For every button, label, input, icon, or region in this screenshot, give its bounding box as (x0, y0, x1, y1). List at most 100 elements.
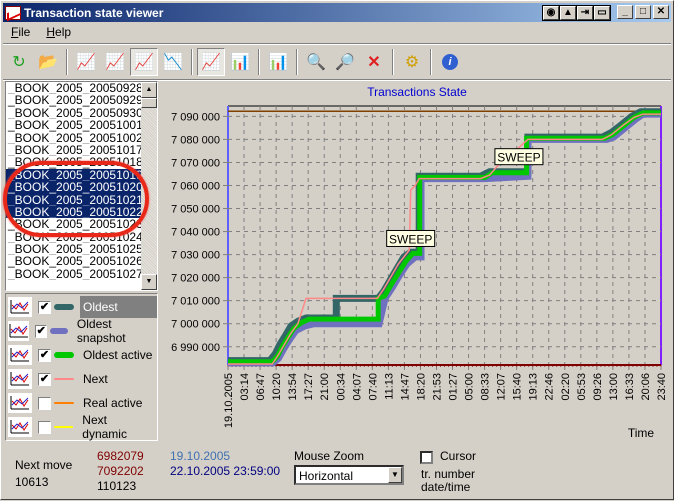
resize-icon[interactable]: ▭ (594, 6, 610, 20)
chart-panel[interactable]: Transactions State 19.10.2005 03:14 06:47 1… (163, 81, 671, 443)
chart-steps-button[interactable]: 📈 (130, 48, 158, 76)
series-style-icon[interactable] (8, 297, 32, 317)
file-list-item[interactable]: _BOOK_2005_20051023.tn (6, 218, 143, 230)
x-tick-label: 15:40 (512, 373, 524, 401)
x-tick-label: 11:13 (383, 373, 395, 400)
toolbar-separator (296, 49, 298, 75)
x-tick-label: 19.10.2005 (223, 373, 235, 428)
about-button[interactable]: i (436, 48, 464, 76)
dropdown-arrow-icon[interactable]: ▼ (388, 467, 402, 483)
x-tick-label: 17:27 (303, 373, 315, 401)
cursor-date-time-label: date/time (421, 480, 471, 494)
legend-row[interactable]: ✔ Next (6, 367, 157, 391)
chart-peaks-button[interactable]: 📈 (72, 48, 100, 76)
series-legend: ✔ Oldest ✔ Oldest snapshot ✔ Oldest active ✔ Ne… (5, 293, 158, 441)
file-list-item[interactable]: _BOOK_2005_20050930.tn (6, 107, 143, 119)
series-visible-checkbox[interactable] (37, 420, 51, 434)
title-extra-buttons: ◉ ▲ ⇥ ▭ (542, 5, 611, 21)
toolbar-separator (258, 49, 260, 75)
scroll-down-arrow-icon[interactable]: ▼ (141, 274, 157, 290)
file-list-item[interactable]: _BOOK_2005_20051001.tn (6, 119, 143, 131)
zoom-in-icon: 🔍 (306, 54, 326, 71)
zoom-out-button[interactable]: 🔎 (331, 48, 359, 76)
scroll-up-arrow-icon[interactable]: ▲ (141, 82, 157, 98)
window-title: Transaction state viewer (24, 5, 164, 20)
file-list-item[interactable]: _BOOK_2005_20050928.tn (6, 82, 143, 94)
maximize-button[interactable]: □ (635, 5, 651, 19)
series-visible-checkbox[interactable]: ✔ (38, 372, 51, 386)
chart-lines-button[interactable]: 📈 (101, 48, 129, 76)
y-tick-label: 7 040 000 (171, 227, 220, 239)
file-list-item[interactable]: _BOOK_2005_20051027.tn (6, 268, 143, 280)
series-style-icon[interactable] (8, 321, 30, 341)
series-label: Oldest active (83, 348, 153, 362)
series-label: Next dynamic (82, 413, 127, 441)
file-list[interactable]: _BOOK_2005_20050928.tn _BOOK_2005_2005092… (5, 81, 158, 291)
refresh-icon: ↻ (12, 54, 26, 71)
file-list-item[interactable]: _BOOK_2005_20051018.tn (6, 156, 143, 168)
y-tick-label: 6 990 000 (171, 342, 220, 354)
series-style-icon[interactable] (8, 393, 32, 413)
series-visible-checkbox[interactable]: ✔ (35, 324, 48, 338)
chart-arrow-icon: 📉 (163, 54, 183, 71)
refresh-button[interactable]: ↻ (5, 48, 33, 76)
series-visible-checkbox[interactable]: ✔ (38, 300, 51, 314)
menu-file[interactable]: File (5, 23, 36, 41)
x-tick-label: 05:00 (464, 373, 476, 401)
open-button[interactable]: 📂 (34, 48, 62, 76)
file-list-item[interactable]: _BOOK_2005_20051019.tn (6, 168, 143, 182)
file-list-item[interactable]: _BOOK_2005_20051025.tn (6, 243, 143, 255)
series-color-swatch (53, 426, 74, 428)
title-bar[interactable]: Transaction state viewer ◉ ▲ ⇥ ▭ _ □ ✕ (3, 3, 671, 22)
minimize-button[interactable]: _ (617, 5, 633, 19)
file-list-item[interactable]: _BOOK_2005_20051002.tn (6, 132, 143, 144)
legend-row[interactable]: ✔ Oldest active (6, 343, 157, 367)
series-style-icon[interactable] (8, 369, 32, 389)
send-to-tray-icon[interactable]: ⇥ (577, 6, 593, 20)
series-style-icon[interactable] (8, 417, 32, 437)
file-list-item[interactable]: _BOOK_2005_20050929.tn (6, 94, 143, 106)
series-color-swatch (54, 402, 74, 404)
file-list-item[interactable]: _BOOK_2005_20051026.tn (6, 255, 143, 267)
transactions-chart[interactable]: 19.10.2005 03:14 06:47 10:20 13:54 17:27 21:00… (163, 81, 671, 443)
series-visible-checkbox[interactable] (38, 396, 51, 410)
legend-row[interactable]: ✔ Oldest snapshot (6, 317, 157, 345)
x-tick-label: 21:53 (431, 373, 443, 401)
y-tick-label: 7 080 000 (171, 134, 220, 146)
close-button[interactable]: ✕ (653, 5, 669, 19)
mouse-zoom-label: Mouse Zoom (294, 449, 365, 463)
x-tick-label: 16:33 (624, 373, 636, 401)
file-list-item[interactable]: _BOOK_2005_20051022.tn (6, 205, 143, 219)
chart-steps-icon: 📈 (134, 54, 154, 71)
roll-icon[interactable]: ◉ (543, 6, 559, 20)
x-tick-label: 01:27 (448, 373, 460, 401)
series-visible-checkbox[interactable]: ✔ (38, 348, 51, 362)
stay-on-top-icon[interactable]: ▲ (560, 6, 576, 20)
zoom-reset-button[interactable]: ✕ (360, 48, 388, 76)
tr-min-value: 6982079 (97, 449, 144, 463)
cursor-label: Cursor (440, 449, 477, 463)
mouse-zoom-select[interactable]: Horizontal ▼ (294, 465, 404, 485)
sweep-annotation-label: SWEEP (389, 232, 432, 246)
x-tick-label: 03:14 (239, 373, 251, 401)
app-chart-icon (5, 5, 21, 20)
zoom-in-button[interactable]: 🔍 (302, 48, 330, 76)
yellow-bars-button[interactable]: 📊 (226, 48, 254, 76)
legend-row[interactable]: Next dynamic (6, 413, 157, 441)
chart-disabled-button[interactable]: 📉 (159, 48, 187, 76)
settings-button[interactable]: ⚙ (398, 48, 426, 76)
x-tick-label: 13:54 (287, 373, 299, 401)
y-tick-label: 7 020 000 (171, 273, 220, 285)
olive-bars-chart-icon: 📊 (268, 54, 288, 71)
file-list-item[interactable]: _BOOK_2005_20051020.tn (6, 181, 143, 194)
olive-bars-button[interactable]: 📊 (264, 48, 292, 76)
multi-line-button[interactable]: 📈 (197, 48, 225, 76)
menu-help[interactable]: Help (40, 23, 77, 41)
series-style-icon[interactable] (8, 345, 32, 365)
file-list-scrollbar[interactable]: ▲ ▼ (141, 82, 157, 290)
file-list-item[interactable]: _BOOK_2005_20051024.tn (6, 231, 143, 243)
file-list-item[interactable]: _BOOK_2005_20051021.tn (6, 193, 143, 206)
scroll-thumb[interactable] (141, 98, 157, 108)
cursor-checkbox[interactable] (420, 451, 433, 464)
file-list-item[interactable]: _BOOK_2005_20051017.tn (6, 144, 143, 156)
